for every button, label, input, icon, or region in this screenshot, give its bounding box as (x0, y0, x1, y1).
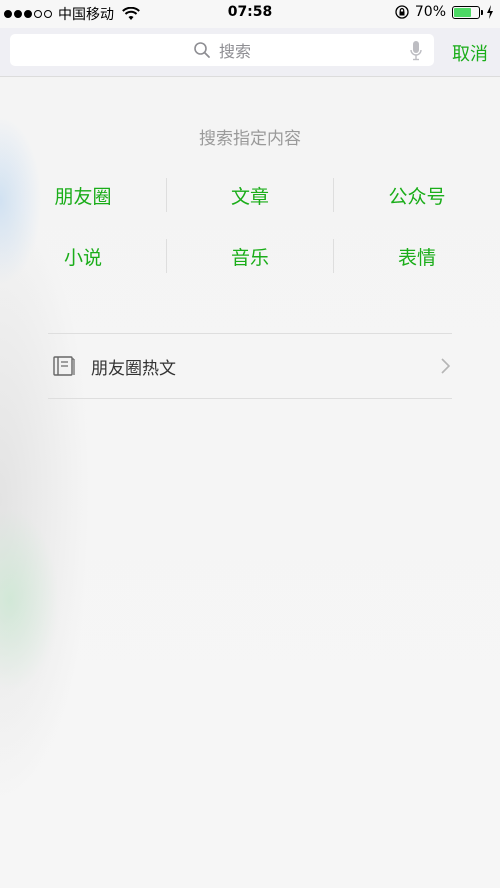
status-bar: 中国移动 07:58 70% (0, 0, 500, 28)
separator-line (48, 398, 452, 399)
chevron-right-icon (441, 358, 450, 374)
search-placeholder: 搜索 (218, 42, 251, 61)
grid-row: 小说 音乐 表情 (0, 236, 500, 276)
category-stickers[interactable]: 表情 (334, 236, 500, 276)
search-bar: 搜索 取消 (0, 28, 500, 77)
search-field-content: 搜索 (10, 34, 434, 66)
search-content: 搜索指定内容 朋友圈 文章 公众号 小说 音乐 表情 朋友圈热文 (0, 0, 500, 888)
search-input[interactable]: 搜索 (10, 34, 434, 66)
search-icon (194, 42, 210, 58)
microphone-icon[interactable] (410, 41, 422, 61)
cancel-button[interactable]: 取消 (452, 40, 488, 66)
rotation-lock-icon (395, 5, 409, 19)
category-novels[interactable]: 小说 (0, 236, 166, 276)
battery-fill (454, 7, 471, 17)
moments-hot-articles-row[interactable]: 朋友圈热文 (48, 334, 452, 398)
status-right: 70% (395, 4, 494, 20)
section-title: 搜索指定内容 (199, 129, 301, 149)
grid-row: 朋友圈 文章 公众号 (0, 175, 500, 215)
battery-percent: 70% (414, 4, 446, 20)
category-moments[interactable]: 朋友圈 (0, 175, 166, 215)
battery-icon (452, 5, 483, 19)
category-articles[interactable]: 文章 (167, 175, 333, 215)
category-music[interactable]: 音乐 (167, 236, 333, 276)
charging-icon (487, 5, 493, 19)
moments-hot-articles-label: 朋友圈热文 (91, 358, 176, 379)
category-official-accounts[interactable]: 公众号 (334, 175, 500, 215)
book-icon (53, 356, 75, 376)
